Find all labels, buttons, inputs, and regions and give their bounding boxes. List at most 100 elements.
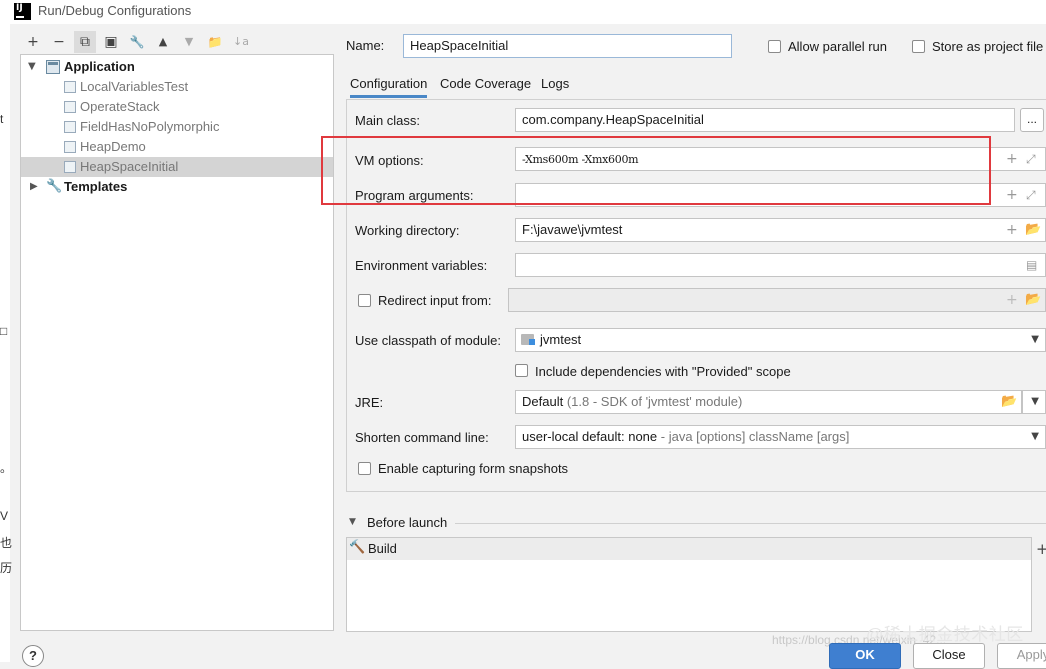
folder-icon[interactable]: 📂 [1025,219,1041,241]
shorten-command-select[interactable]: user-local default: none - java [options… [515,425,1046,449]
strip-glyph: 。 [0,461,13,475]
move-up-button[interactable]: ▲ [152,31,174,53]
tree-node-templates[interactable]: ▶ 🔧 Templates [21,177,333,197]
edit-templates-button[interactable]: 🔧 [126,31,148,53]
redirect-input-field[interactable]: + 📂 [508,288,1046,312]
apply-button[interactable]: Apply [997,643,1046,669]
tree-item[interactable]: FieldHasNoPolymorphic [21,117,333,137]
list-item[interactable]: 🔨 Build [347,538,1031,560]
window-title: Run/Debug Configurations [38,3,192,18]
working-directory-value: F:\javawe\jvmtest [522,222,623,237]
classpath-module-value: jvmtest [540,332,582,347]
build-hammer-icon: 🔨 [349,540,366,555]
working-directory-label: Working directory: [355,223,460,238]
expand-icon[interactable]: ⤢ [1026,184,1036,206]
class-icon [64,141,76,153]
wrench-icon: 🔧 [46,179,63,194]
remove-configuration-button[interactable]: − [48,31,70,53]
environment-variables-field[interactable]: ▤ [515,253,1046,277]
redirect-input-label: Redirect input from: [378,293,492,308]
strip-glyph: t [0,112,4,126]
tree-item[interactable]: OperateStack [21,97,333,117]
save-configuration-button[interactable]: ▣ [100,31,122,53]
tree-item-label: HeapDemo [80,139,146,154]
tab-configuration[interactable]: Configuration [350,74,428,98]
folder-icon[interactable]: 📂 [1001,391,1017,413]
expand-icon[interactable]: ⤢ [1026,148,1036,170]
jre-label: JRE: [355,395,384,410]
tree-item-label: FieldHasNoPolymorphic [80,119,220,134]
plus-icon[interactable]: + [1006,148,1018,170]
include-dependencies-label: Include dependencies with "Provided" sco… [535,364,791,379]
watermark-text: @稀土掘金技术社区 [866,625,1024,644]
jre-select[interactable]: Default (1.8 - SDK of 'jvmtest' module) … [515,390,1022,414]
snapshots-checkbox[interactable] [358,462,371,475]
plus-icon[interactable]: + [1006,219,1018,241]
main-class-field[interactable]: com.company.HeapSpaceInitial [515,108,1015,132]
configuration-tree: ▼ Application LocalVariablesTest Operate… [20,54,334,631]
strip-glyph: 历 [0,561,13,575]
tree-item-label: OperateStack [80,99,160,114]
strip-glyph: 也 [0,536,13,550]
chevron-down-icon[interactable]: ▼ [1031,391,1039,413]
class-icon [64,161,76,173]
application-icon [46,60,60,74]
jre-value-detail: (1.8 - SDK of 'jvmtest' module) [563,394,743,409]
edit-list-icon[interactable]: ▤ [1026,254,1037,276]
tree-label-templates: Templates [64,179,128,194]
before-launch-list: 🔨 Build [346,537,1032,632]
help-button[interactable]: ? [22,645,44,667]
redirect-input-checkbox[interactable] [358,294,371,307]
new-folder-button[interactable]: 📁 [204,31,226,53]
move-down-button[interactable]: ▼ [178,31,200,53]
sort-button[interactable]: ↓a [230,31,252,53]
copy-configuration-button[interactable]: ⧉ [74,31,96,53]
include-dependencies-checkbox[interactable] [515,364,528,377]
shorten-command-label: Shorten command line: [355,430,489,445]
shorten-command-detail: - java [options] className [args] [657,429,850,444]
plus-icon[interactable]: + [1006,289,1018,311]
background-window-strip: t □ 。 V 也 历 [0,24,13,662]
class-icon [64,101,76,113]
strip-glyph: □ [0,324,8,338]
module-badge-icon [529,339,535,345]
snapshots-label: Enable capturing form snapshots [378,461,569,476]
tab-code-coverage[interactable]: Code Coverage [440,74,531,98]
tree-label-application: Application [64,59,135,74]
tree-item[interactable]: LocalVariablesTest [21,77,333,97]
allow-parallel-label: Allow parallel run [788,39,887,54]
add-task-button[interactable]: + [1036,540,1046,558]
browse-main-class-button[interactable]: ... [1020,108,1044,132]
highlight-annotation-box [321,136,991,205]
class-icon [64,81,76,93]
store-project-checkbox[interactable] [912,40,925,53]
chevron-right-icon[interactable]: ▶ [30,177,38,197]
classpath-module-select[interactable]: jvmtest ▼ [515,328,1046,352]
close-button[interactable]: Close [913,643,985,669]
collapse-before-launch-icon[interactable]: ▼ [349,517,356,527]
name-field[interactable]: HeapSpaceInitial [403,34,732,58]
chevron-down-icon[interactable]: ▼ [1031,329,1039,351]
ok-button[interactable]: OK [829,643,901,669]
working-directory-field[interactable]: F:\javawe\jvmtest + 📂 [515,218,1046,242]
tab-logs[interactable]: Logs [541,74,569,98]
class-icon [64,121,76,133]
chevron-down-icon[interactable]: ▼ [1031,426,1039,448]
environment-variables-label: Environment variables: [355,258,488,273]
name-label: Name: [346,38,385,53]
add-configuration-button[interactable]: + [22,31,44,53]
folder-icon[interactable]: 📂 [1025,289,1041,311]
store-project-label: Store as project file [932,39,1044,54]
jre-dropdown-button[interactable]: ▼ [1022,390,1046,414]
plus-icon[interactable]: + [1006,184,1018,206]
main-class-label: Main class: [355,113,421,128]
allow-parallel-checkbox[interactable] [768,40,781,53]
tree-item[interactable]: HeapDemo [21,137,333,157]
classpath-module-label: Use classpath of module: [355,333,501,348]
before-launch-label: Before launch [367,515,448,530]
intellij-logo-icon: IJ [14,3,31,20]
chevron-down-icon[interactable]: ▼ [28,57,36,77]
tree-node-application[interactable]: ▼ Application [21,57,333,77]
strip-glyph: V [0,509,9,523]
tree-item-selected[interactable]: HeapSpaceInitial [21,157,333,177]
